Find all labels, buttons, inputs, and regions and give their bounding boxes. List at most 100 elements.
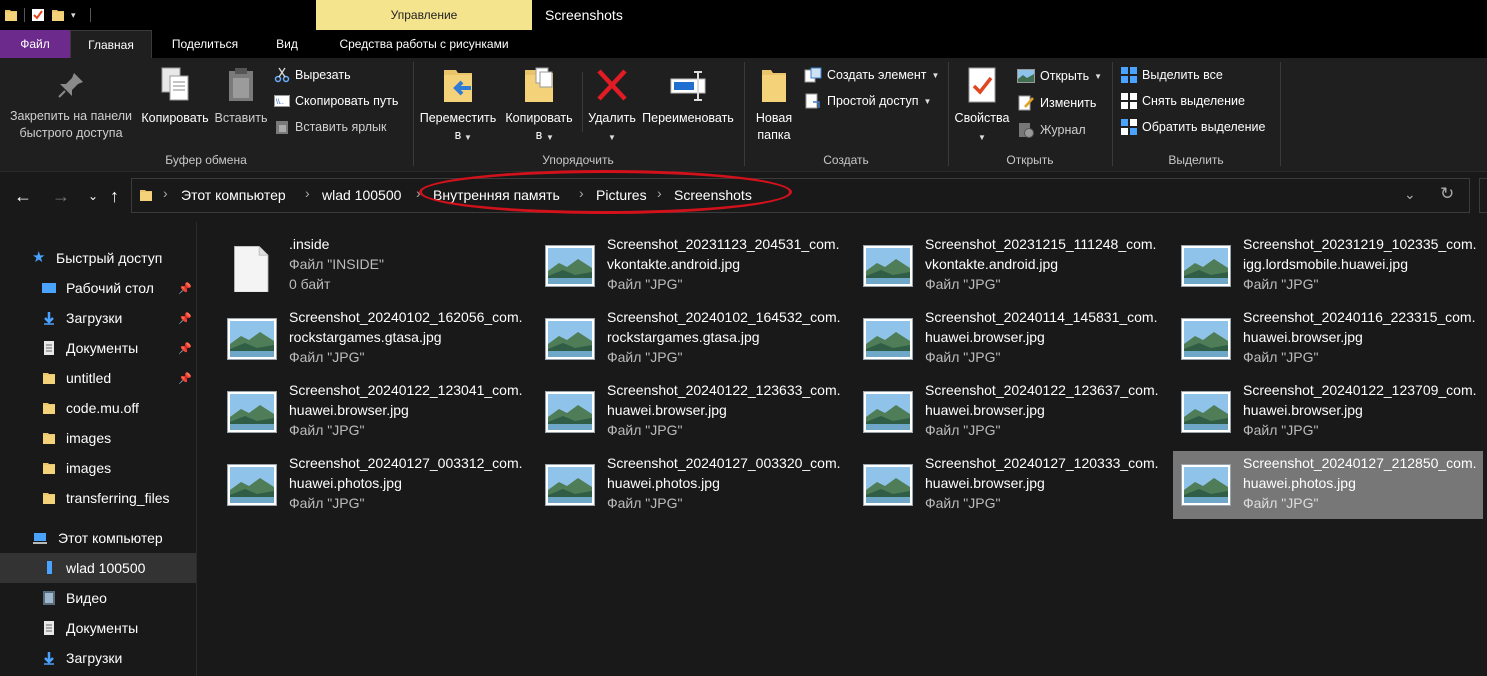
nav-label: Быстрый доступ: [56, 250, 163, 266]
file-item[interactable]: Screenshot_20231215_111248_com. vkontakt…: [855, 232, 1165, 300]
new-folder-button[interactable]: Новая папка: [748, 66, 800, 144]
properties-button[interactable]: Свойства ▼: [952, 66, 1012, 142]
group-label-open: Открыть: [1006, 153, 1054, 167]
address-history-chevron-icon[interactable]: ⌄: [1404, 186, 1416, 203]
tab-picture-tools[interactable]: Средства работы с рисунками: [316, 30, 532, 58]
image-thumbnail-icon: [545, 245, 595, 287]
recent-locations-chevron-icon[interactable]: ⌄: [88, 184, 98, 208]
move-to-button[interactable]: Переместить в ▼: [418, 66, 498, 144]
up-arrow-icon[interactable]: ↑: [110, 184, 119, 208]
breadcrumb-device[interactable]: wlad 100500: [322, 187, 401, 203]
paste-label: Вставить: [214, 111, 268, 125]
file-item[interactable]: Screenshot_20240122_123637_com. huawei.b…: [855, 378, 1165, 446]
file-name: Screenshot_20240122_123041_com.: [289, 382, 523, 398]
nav-this-pc[interactable]: Этот компьютер: [0, 523, 196, 553]
copy-to-button[interactable]: Копировать в ▼: [500, 66, 578, 144]
pin-quick-access-button[interactable]: Закрепить на панели быстрого доступа: [6, 70, 136, 142]
back-arrow-icon[interactable]: ←: [14, 184, 32, 208]
nav-pc-downloads[interactable]: Загрузки: [0, 643, 196, 673]
refresh-icon[interactable]: ↻: [1440, 184, 1454, 204]
rename-button[interactable]: Переименовать: [640, 66, 736, 127]
download-icon: [42, 310, 56, 326]
new-item-button[interactable]: Создать элемент ▼: [804, 65, 939, 85]
tab-view[interactable]: Вид: [258, 30, 316, 58]
image-thumbnail-icon: [1181, 391, 1231, 433]
quick-access-toolbar: ▾: [0, 0, 91, 30]
file-item-selected[interactable]: Screenshot_20240127_212850_com. huawei.p…: [1173, 451, 1483, 519]
nav-downloads[interactable]: Загрузки 📌: [0, 303, 196, 333]
chevron-down-icon: ▼: [464, 133, 472, 142]
new-folder-icon[interactable]: [51, 7, 65, 23]
forward-arrow-icon[interactable]: →: [52, 184, 70, 208]
open-button[interactable]: Открыть ▼: [1017, 66, 1102, 86]
breadcrumb-this-pc[interactable]: Этот компьютер: [181, 187, 286, 203]
image-thumbnail-icon: [545, 318, 595, 360]
file-item[interactable]: .inside Файл "INSIDE" 0 байт: [219, 232, 529, 300]
copy-button[interactable]: Копировать: [138, 66, 212, 127]
file-item[interactable]: Screenshot_20240114_145831_com. huawei.b…: [855, 305, 1165, 373]
file-item[interactable]: Screenshot_20240122_123709_com. huawei.b…: [1173, 378, 1483, 446]
file-item[interactable]: Screenshot_20240122_123041_com. huawei.b…: [219, 378, 529, 446]
pin-icon[interactable]: 📌: [178, 312, 192, 325]
easy-access-button[interactable]: Простой доступ ▼: [804, 91, 931, 111]
file-item[interactable]: Screenshot_20240102_164532_com. rockstar…: [537, 305, 847, 373]
customize-qat-icon[interactable]: ▾: [71, 10, 76, 21]
file-name: Screenshot_20240122_123637_com.: [925, 382, 1159, 398]
properties-icon[interactable]: [31, 7, 45, 23]
edit-button[interactable]: Изменить: [1017, 93, 1096, 113]
nav-documents[interactable]: Документы 📌: [0, 333, 196, 363]
nav-label: Загрузки: [66, 650, 123, 666]
file-name-cont: huawei.browser.jpg: [1243, 329, 1363, 345]
copy-path-button[interactable]: \\.. Скопировать путь: [274, 91, 398, 111]
divider: [24, 8, 25, 22]
paste-button[interactable]: Вставить: [212, 66, 270, 127]
pin-icon[interactable]: 📌: [178, 372, 192, 385]
copy-to-label-line2: в: [535, 128, 543, 142]
file-item[interactable]: Screenshot_20231123_204531_com. vkontakt…: [537, 232, 847, 300]
file-item[interactable]: Screenshot_20240102_162056_com. rockstar…: [219, 305, 529, 373]
pin-icon: [58, 73, 83, 98]
new-folder-label-line1: Новая: [755, 111, 793, 125]
nav-code-mu-off[interactable]: code.mu.off: [0, 393, 196, 423]
folder-icon[interactable]: [4, 7, 18, 23]
file-item[interactable]: Screenshot_20240127_003312_com. huawei.p…: [219, 451, 529, 519]
nav-video[interactable]: Видео: [0, 583, 196, 613]
nav-images-2[interactable]: images: [0, 453, 196, 483]
file-name: Screenshot_20240116_223315_com.: [1243, 309, 1476, 325]
file-item[interactable]: Screenshot_20240122_123633_com. huawei.b…: [537, 378, 847, 446]
delete-button[interactable]: Удалить ▼: [586, 66, 638, 142]
select-none-button[interactable]: Снять выделение: [1121, 91, 1245, 111]
file-name-cont: huawei.photos.jpg: [1243, 475, 1356, 491]
nav-device-wlad[interactable]: wlad 100500: [0, 553, 196, 583]
file-name-cont: igg.lordsmobile.huawei.jpg: [1243, 256, 1408, 272]
nav-untitled[interactable]: untitled 📌: [0, 363, 196, 393]
paste-shortcut-button[interactable]: Вставить ярлык: [274, 117, 387, 137]
select-all-button[interactable]: Выделить все: [1121, 65, 1223, 85]
nav-transferring-files[interactable]: transferring_files: [0, 483, 196, 513]
document-icon: [42, 620, 56, 636]
tab-file[interactable]: Файл: [0, 30, 70, 58]
nav-quick-access[interactable]: ★ Быстрый доступ: [0, 243, 196, 273]
file-item[interactable]: Screenshot_20240127_120333_com. huawei.b…: [855, 451, 1165, 519]
pin-icon[interactable]: 📌: [178, 342, 192, 355]
nav-images[interactable]: images: [0, 423, 196, 453]
tab-share[interactable]: Поделиться: [152, 30, 258, 58]
file-item[interactable]: Screenshot_20240116_223315_com. huawei.b…: [1173, 305, 1483, 373]
scissors-icon: [274, 67, 290, 83]
cut-button[interactable]: Вырезать: [274, 65, 351, 85]
file-name: Screenshot_20231219_102335_com.: [1243, 236, 1477, 252]
breadcrumb-chevron-icon[interactable]: ›: [305, 185, 310, 201]
file-item[interactable]: Screenshot_20240127_003320_com. huawei.p…: [537, 451, 847, 519]
file-item[interactable]: Screenshot_20231219_102335_com. igg.lord…: [1173, 232, 1483, 300]
tab-home[interactable]: Главная: [70, 30, 152, 58]
search-input[interactable]: [1479, 178, 1487, 213]
pin-label-line1: Закрепить на панели: [9, 109, 133, 123]
breadcrumb-chevron-icon[interactable]: ›: [163, 185, 168, 201]
history-button[interactable]: Журнал: [1017, 120, 1086, 140]
invert-selection-button[interactable]: Обратить выделение: [1121, 117, 1265, 137]
nav-desktop[interactable]: Рабочий стол 📌: [0, 273, 196, 303]
nav-pc-documents[interactable]: Документы: [0, 613, 196, 643]
pin-icon[interactable]: 📌: [178, 282, 192, 295]
file-type: Файл "JPG": [925, 495, 1001, 511]
file-type: Файл "JPG": [607, 276, 683, 292]
